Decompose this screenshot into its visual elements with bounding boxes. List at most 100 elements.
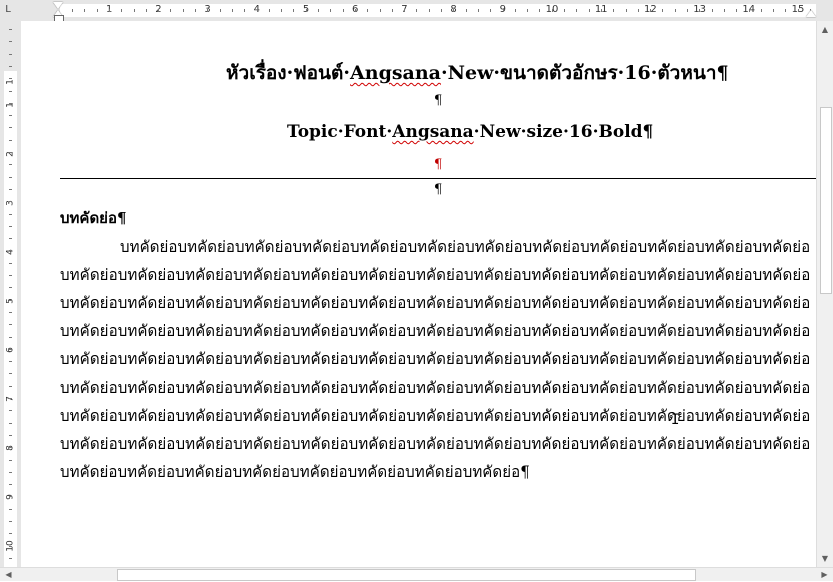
vertical-ruler-number: 4: [5, 249, 16, 255]
ruler-tick: [416, 9, 418, 12]
ruler-tick: [723, 9, 725, 12]
ruler-tick: [527, 9, 529, 12]
vertical-ruler-tick: [9, 348, 12, 350]
vertical-ruler-number: 7: [5, 396, 16, 402]
vertical-ruler-tick: [9, 459, 12, 461]
ruler-tick: [121, 9, 123, 12]
horizontal-scrollbar[interactable]: ◀ ▶: [0, 567, 833, 581]
vertical-ruler-tick: [9, 78, 12, 80]
body-text-line[interactable]: บทคัดย่อบทคัดย่อบทคัดย่อบทคัดย่อบทคัดย่อ…: [60, 459, 530, 484]
vertical-ruler-tick: [9, 361, 12, 363]
ruler-tick: [453, 9, 455, 12]
vertical-ruler-tick: [9, 127, 12, 129]
ruler-tick: [551, 9, 553, 12]
vertical-ruler-tick: [9, 115, 12, 117]
scroll-down-button[interactable]: ▼: [817, 550, 833, 567]
vertical-ruler-number: 6: [5, 347, 16, 353]
ruler-tick: [539, 9, 541, 12]
empty-paragraph[interactable]: ¶: [434, 182, 442, 197]
ruler-tick: [637, 9, 639, 12]
vertical-ruler-number: 1: [5, 102, 16, 108]
vertical-ruler-tick: [9, 447, 12, 449]
right-indent-marker[interactable]: [806, 10, 816, 17]
ruler-tick: [318, 9, 319, 12]
ruler-tick: [760, 9, 762, 12]
ruler-tick: [736, 9, 738, 12]
ruler-tick: [662, 9, 664, 12]
vertical-ruler-tick: [9, 29, 12, 30]
vertical-scrollbar[interactable]: ▲ ▼: [816, 21, 833, 567]
vertical-ruler-tick: [9, 311, 12, 313]
vertical-ruler-tick: [9, 213, 12, 215]
vertical-ruler-tick: [9, 201, 12, 203]
vertical-ruler-tick: [9, 225, 12, 227]
body-text-line[interactable]: บทคัดย่อบทคัดย่อบทคัดย่อบทคัดย่อบทคัดย่อ…: [60, 318, 810, 343]
vertical-ruler-tick: [9, 471, 12, 473]
ruler-tick: [773, 9, 775, 12]
scroll-right-button[interactable]: ▶: [816, 568, 833, 582]
ruler-tick: [613, 9, 615, 12]
vertical-ruler-tick: [9, 139, 12, 141]
body-text-line[interactable]: บทคัดย่อบทคัดย่อบทคัดย่อบทคัดย่อบทคัดย่อ…: [60, 403, 810, 428]
vertical-ruler-number: 5: [5, 298, 16, 304]
vertical-ruler-tick: [9, 275, 12, 276]
scroll-left-button[interactable]: ◀: [0, 568, 17, 582]
body-text-line[interactable]: บทคัดย่อบทคัดย่อบทคัดย่อบทคัดย่อบทคัดย่อ…: [60, 290, 810, 315]
ruler-tick: [391, 9, 393, 12]
ruler-tick: [231, 9, 233, 12]
body-text-line[interactable]: บทคัดย่อบทคัดย่อบทคัดย่อบทคัดย่อบทคัดย่อ…: [60, 431, 810, 456]
ruler-tick: [564, 9, 565, 12]
body-text-line[interactable]: บทคัดย่อบทคัดย่อบทคัดย่อบทคัดย่อบทคัดย่อ…: [60, 375, 810, 400]
vertical-scroll-thumb[interactable]: [820, 107, 832, 294]
ruler-tick: [711, 9, 713, 12]
vertical-ruler-tick: [9, 373, 12, 375]
ruler-tick: [145, 9, 147, 12]
vertical-ruler-tick: [9, 508, 12, 510]
body-text-line[interactable]: บทคัดย่อบทคัดย่อบทคัดย่อบทคัดย่อบทคัดย่อ…: [60, 346, 810, 371]
vertical-ruler-tick: [9, 422, 12, 424]
ruler-tick: [600, 9, 602, 12]
vertical-ruler-tick: [9, 287, 12, 289]
scroll-up-button[interactable]: ▲: [817, 21, 833, 38]
empty-paragraph[interactable]: ¶: [434, 93, 442, 108]
horizontal-scroll-thumb[interactable]: [117, 569, 696, 581]
vertical-ruler-tick: [9, 496, 12, 498]
vertical-ruler-tick: [9, 90, 12, 92]
document-page[interactable]: หัวเรื่อง·ฟอนต์·Angsana·New·ขนาดตัวอักษร…: [21, 21, 816, 567]
vertical-ruler-tick: [9, 557, 12, 559]
spelling-error: Angsana: [392, 122, 474, 142]
vertical-ruler-tick: [9, 53, 12, 55]
vertical-ruler-tick: [9, 152, 12, 153]
vertical-ruler-tick: [9, 545, 12, 547]
vertical-ruler-tick: [9, 188, 12, 190]
ruler-tick: [108, 9, 110, 12]
ruler-tick: [687, 9, 688, 12]
ruler-tick: [502, 9, 504, 12]
title-english[interactable]: Topic·Font·Angsana·New·size·16·Bold¶: [287, 122, 653, 142]
vertical-ruler-tick: [9, 238, 12, 240]
vertical-ruler-tick: [9, 324, 12, 326]
vertical-ruler-tick: [9, 484, 12, 486]
horizontal-ruler[interactable]: L 123456789101112131415: [0, 0, 833, 22]
ruler-tick: [490, 9, 492, 12]
ruler-tick: [330, 9, 332, 12]
body-text-line[interactable]: บทคัดย่อบทคัดย่อบทคัดย่อบทคัดย่อบทคัดย่อ…: [120, 234, 810, 259]
body-text-line[interactable]: บทคัดย่อบทคัดย่อบทคัดย่อบทคัดย่อบทคัดย่อ…: [60, 262, 810, 287]
ruler-tick: [207, 9, 209, 12]
ruler-tick: [133, 9, 135, 12]
abstract-heading[interactable]: บทคัดย่อ¶: [60, 206, 127, 230]
ruler-tick: [354, 9, 356, 12]
vertical-ruler-tick: [9, 385, 12, 387]
ruler-tick: [785, 9, 787, 12]
empty-paragraph-red[interactable]: ¶: [434, 157, 442, 172]
ruler-tick: [367, 9, 369, 12]
first-line-indent-marker[interactable]: [53, 2, 63, 9]
vertical-ruler-tick: [9, 102, 12, 104]
title-thai[interactable]: หัวเรื่อง·ฟอนต์·Angsana·New·ขนาดตัวอักษร…: [226, 58, 729, 88]
tab-selector[interactable]: L: [2, 3, 14, 17]
vertical-ruler-number: 3: [5, 200, 16, 206]
ruler-tick: [182, 9, 184, 12]
vertical-ruler-tick: [9, 164, 12, 166]
ruler-tick: [72, 9, 73, 12]
vertical-ruler-tick: [9, 521, 12, 522]
